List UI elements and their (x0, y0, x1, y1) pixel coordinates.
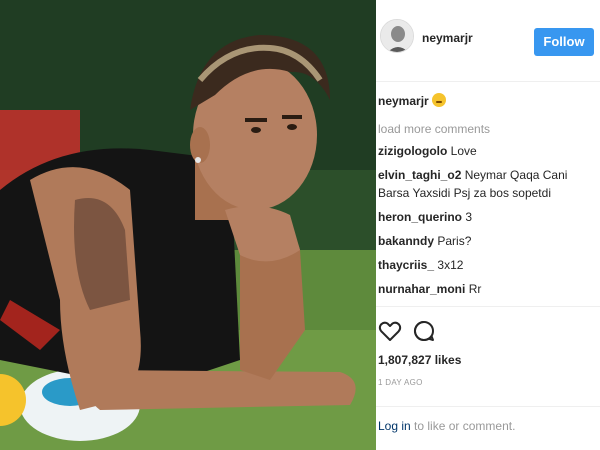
comment-username[interactable]: nurnahar_moni (378, 282, 465, 296)
photo-illustration (0, 0, 376, 450)
post-header: neymarjr Follow (376, 0, 600, 82)
post-caption: neymarjr (378, 90, 598, 112)
comment-text: 3x12 (437, 258, 464, 272)
post-actions: 1,807,827 likes 1 DAY AGO (376, 306, 600, 387)
comment-username[interactable]: thaycriis_ (378, 258, 434, 272)
post-side-panel: neymarjr Follow neymarjr load more comme… (376, 0, 600, 450)
comment-username[interactable]: elvin_taghi_o2 (378, 168, 461, 182)
comment-item: bakanndy Paris? (378, 232, 598, 250)
comment-item: nurnahar_moni Rr (378, 280, 598, 298)
comment-text: Paris? (437, 234, 472, 248)
follow-button[interactable]: Follow (534, 28, 594, 56)
speech-bubble-icon[interactable] (412, 319, 436, 343)
author-username[interactable]: neymarjr (422, 31, 473, 45)
login-prompt: Log in to like or comment. (376, 406, 600, 446)
comment-item: thaycriis_ 3x12 (378, 256, 598, 274)
login-rest-text: to like or comment. (414, 419, 516, 433)
login-prompt-text: Log in to like or comment. (378, 419, 515, 433)
comment-item: elvin_taghi_o2 Neymar Qaqa Cani Barsa Ya… (378, 166, 598, 202)
like-count[interactable]: 1,807,827 likes (378, 353, 461, 367)
thinking-face-icon (431, 93, 446, 107)
comment-item: zizigologolo Love (378, 142, 598, 160)
comment-username[interactable]: bakanndy (378, 234, 434, 248)
comment-text: Rr (468, 282, 482, 296)
login-link[interactable]: Log in (378, 419, 411, 433)
comment-text: Love (450, 144, 477, 158)
comment-text: 3 (465, 210, 473, 224)
comment-username[interactable]: heron_querino (378, 210, 462, 224)
heart-outline-icon[interactable] (378, 319, 402, 343)
post-timestamp: 1 DAY AGO (378, 378, 423, 387)
comment-username[interactable]: zizigologolo (378, 144, 447, 158)
load-more-comments-link[interactable]: load more comments (378, 116, 598, 142)
avatar[interactable] (380, 19, 414, 53)
avatar-image (381, 20, 413, 52)
post-photo[interactable] (0, 0, 376, 450)
caption-username[interactable]: neymarjr (378, 94, 429, 108)
comments-section: neymarjr load more comments zizigologolo… (378, 90, 598, 304)
comment-item: heron_querino 3 (378, 208, 598, 226)
